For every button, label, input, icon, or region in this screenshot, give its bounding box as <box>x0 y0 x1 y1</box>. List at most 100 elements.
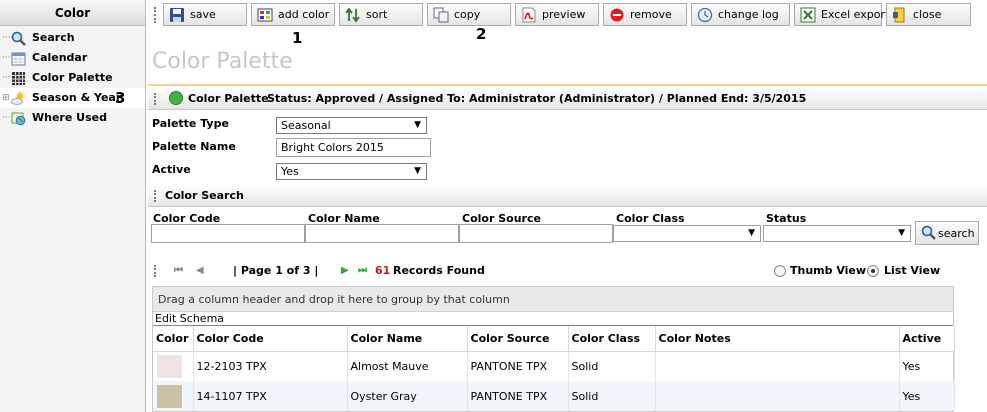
active-select[interactable]: Yes ▼ <box>276 163 427 180</box>
color-code-cell: 12-2103 TPX <box>193 351 348 381</box>
floppy-disk-icon <box>170 8 184 22</box>
color-swatch <box>157 384 182 408</box>
search-color-source-input[interactable] <box>459 224 613 243</box>
search-color-class-select[interactable]: ▼ <box>613 225 761 242</box>
toolbar: save add color sort copy preview remove … <box>148 0 987 42</box>
copy-button[interactable]: copy <box>427 3 511 26</box>
pager-grip[interactable] <box>154 265 157 277</box>
annotation-1: 1 <box>292 29 303 47</box>
sidebar-item-label: Color Palette <box>32 71 113 84</box>
band-grip[interactable] <box>154 93 157 105</box>
sidebar-item-search[interactable]: ··· Search <box>0 28 145 48</box>
dropdown-arrow-icon: ▼ <box>898 228 905 238</box>
change-log-label: change log <box>718 8 779 21</box>
dropdown-arrow-icon: ▼ <box>414 120 421 130</box>
radio-dot <box>871 269 875 273</box>
last-page-icon[interactable]: ⏭ <box>358 259 367 283</box>
table-row[interactable]: 12-2103 TPX Almost Mauve PANTONE TPX Sol… <box>153 351 955 381</box>
color-swatch <box>157 354 182 378</box>
search-button-label: search <box>938 227 975 240</box>
save-button[interactable]: save <box>163 3 247 26</box>
edit-schema-link[interactable]: Edit Schema <box>153 312 953 326</box>
search-status-label: Status <box>766 212 807 225</box>
column-header-color-notes[interactable]: Color Notes <box>655 326 900 352</box>
records-label: Records Found <box>393 264 485 277</box>
close-button[interactable]: close <box>886 3 971 26</box>
column-header-color-code[interactable]: Color Code <box>193 326 348 352</box>
pdf-icon <box>522 7 536 23</box>
sort-button[interactable]: sort <box>339 3 423 26</box>
palette-name-label: Palette Name <box>152 140 236 153</box>
grid-icon <box>12 72 25 85</box>
sidebar-item-calendar[interactable]: ··· Calendar <box>0 48 145 68</box>
add-color-button[interactable]: add color <box>251 3 335 26</box>
excel-icon <box>800 7 816 23</box>
sidebar-menu: ··· Search ··· Calendar ··· Color Palett… <box>0 26 145 128</box>
column-header-color-source[interactable]: Color Source <box>467 326 569 352</box>
palette-name-input[interactable]: Bright Colors 2015 <box>276 138 431 157</box>
palette-type-select[interactable]: Seasonal ▼ <box>276 117 427 134</box>
color-search-title: Color Search <box>165 189 244 202</box>
color-table: Color Color Code Color Name Color Source… <box>153 326 955 411</box>
sidebar-item-label: Search <box>32 31 75 44</box>
page-indicator: | Page 1 of 3 | <box>233 264 319 277</box>
column-header-color-class[interactable]: Color Class <box>568 326 656 352</box>
first-page-icon[interactable]: ⏮ <box>174 259 183 283</box>
tree-connector: ··· <box>2 33 11 43</box>
tree-connector: ··· <box>2 113 11 123</box>
toolbar-grip[interactable] <box>154 7 157 23</box>
sidebar-item-color-palette[interactable]: ··· Color Palette <box>0 68 145 88</box>
palette-type-label: Palette Type <box>152 117 229 130</box>
close-door-icon <box>893 7 905 23</box>
search-status-select[interactable]: ▼ <box>763 225 911 242</box>
thumb-view-radio[interactable] <box>774 265 786 277</box>
search-button[interactable]: search <box>915 221 979 245</box>
sidebar-item-where-used[interactable]: ··· Where Used <box>0 108 145 128</box>
annotation-3: 3 <box>115 89 126 107</box>
search-color-code-input[interactable] <box>151 224 305 243</box>
excel-export-button[interactable]: Excel export <box>794 3 889 26</box>
active-cell: Yes <box>899 381 955 411</box>
list-view-label: List View <box>884 264 941 277</box>
expand-plus-icon[interactable]: ⊞ <box>2 88 10 108</box>
tree-connector: ··· <box>2 53 11 63</box>
search-color-class-label: Color Class <box>616 212 685 225</box>
color-class-cell: Solid <box>568 351 656 381</box>
pager-bar: ⏮ ◀ | Page 1 of 3 | ▶ ⏭ 61 Records Found… <box>148 259 987 283</box>
active-value: Yes <box>281 165 299 178</box>
search-color-name-input[interactable] <box>305 224 459 243</box>
copy-icon <box>433 7 449 23</box>
calendar-icon <box>11 52 26 66</box>
add-color-icon <box>257 8 273 22</box>
remove-button[interactable]: remove <box>603 3 687 26</box>
remove-label: remove <box>630 8 672 21</box>
sidebar: Color ··· Search ··· Calendar ··· Color … <box>0 0 146 412</box>
next-page-icon[interactable]: ▶ <box>341 259 349 283</box>
band-grip[interactable] <box>154 190 157 202</box>
column-header-color-name[interactable]: Color Name <box>347 326 468 352</box>
preview-button[interactable]: preview <box>515 3 599 26</box>
color-notes-cell <box>655 351 900 381</box>
change-log-button[interactable]: change log <box>691 3 790 26</box>
sidebar-item-label: Where Used <box>32 111 107 124</box>
palette-header-name: Color Palette <box>188 92 269 105</box>
remove-icon <box>610 8 624 22</box>
sidebar-item-label: Calendar <box>32 51 88 64</box>
column-header-color[interactable]: Color <box>153 326 194 352</box>
table-row[interactable]: 14-1107 TPX Oyster Gray PANTONE TPX Soli… <box>153 381 955 411</box>
change-log-icon <box>697 7 713 23</box>
color-source-cell: PANTONE TPX <box>467 351 569 381</box>
dropdown-arrow-icon: ▼ <box>748 228 755 238</box>
group-by-area[interactable]: Drag a column header and drop it here to… <box>153 287 953 312</box>
close-label: close <box>913 8 942 21</box>
active-cell: Yes <box>899 351 955 381</box>
color-name-cell: Oyster Gray <box>347 381 468 411</box>
prev-page-icon[interactable]: ◀ <box>196 259 204 283</box>
search-icon <box>921 225 936 240</box>
copy-label: copy <box>454 8 481 21</box>
list-view-radio[interactable] <box>867 265 879 277</box>
save-label: save <box>190 8 216 21</box>
column-header-active[interactable]: Active <box>899 326 955 352</box>
color-code-cell: 14-1107 TPX <box>193 381 348 411</box>
color-grid: Drag a column header and drop it here to… <box>152 286 955 412</box>
